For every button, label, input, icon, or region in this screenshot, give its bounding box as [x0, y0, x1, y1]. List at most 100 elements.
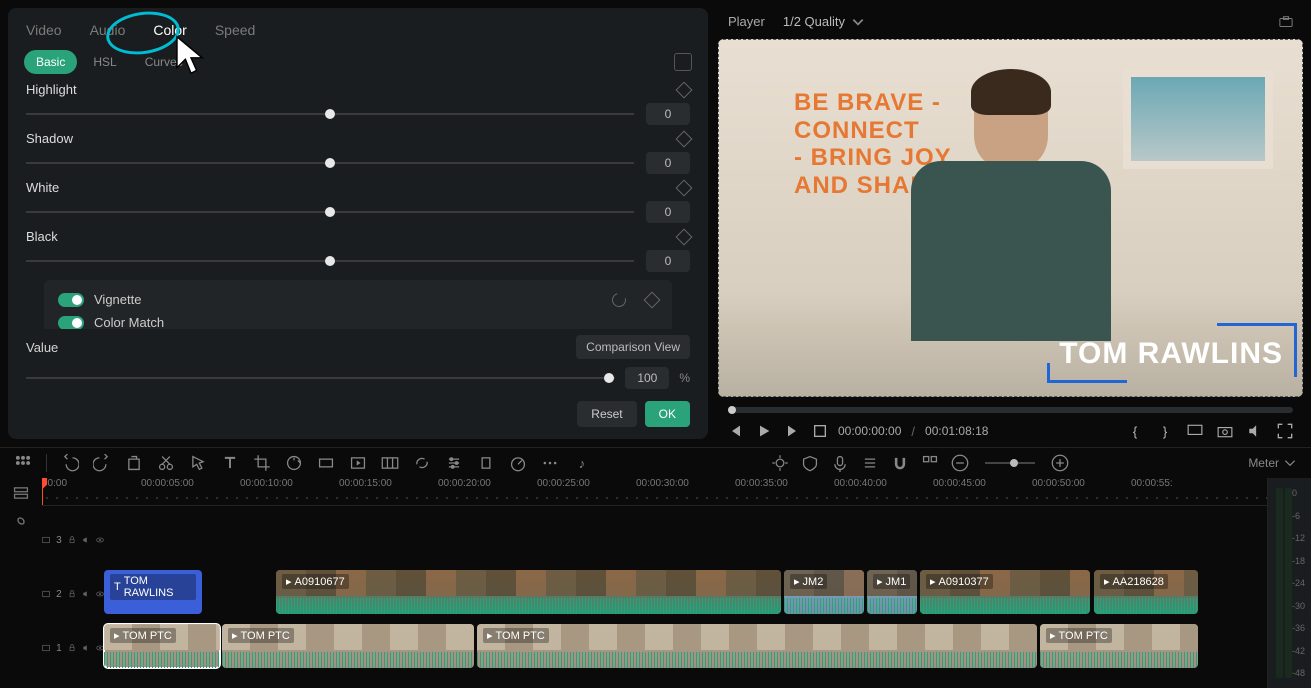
ruler[interactable]: 00:0000:00:05:0000:00:10:0000:00:15:0000… — [42, 478, 1267, 506]
tab-audio[interactable]: Audio — [90, 22, 126, 38]
tab-speed[interactable]: Speed — [215, 22, 255, 38]
preview-viewport[interactable]: BE BRAVE - CONNECT - BRING JOY AND SHARE… — [718, 39, 1303, 397]
meter-dropdown[interactable]: Meter — [1248, 456, 1297, 470]
clip[interactable]: ▸TOM PTC — [104, 624, 220, 668]
tab-video[interactable]: Video — [26, 22, 62, 38]
reset-button[interactable]: Reset — [577, 401, 636, 427]
mute-icon[interactable] — [82, 588, 90, 600]
delete-icon[interactable] — [125, 454, 143, 472]
clip[interactable]: ▸AA218628 — [1094, 570, 1198, 614]
redo-icon[interactable] — [93, 454, 111, 472]
subtab-curves[interactable]: Curves — [133, 50, 195, 74]
render-icon[interactable] — [317, 454, 335, 472]
magnet-icon[interactable] — [891, 454, 909, 472]
cut-icon[interactable] — [157, 454, 175, 472]
subtab-hsl[interactable]: HSL — [81, 50, 128, 74]
clip[interactable]: ▸TOM PTC — [477, 624, 1037, 668]
rotate-icon[interactable] — [285, 454, 303, 472]
zoom-slider[interactable] — [985, 462, 1035, 464]
keyframe-icon[interactable] — [676, 82, 693, 98]
link-icon[interactable] — [413, 454, 431, 472]
video-track-icon[interactable] — [42, 534, 50, 546]
tl-link-icon[interactable] — [12, 512, 30, 530]
eye-icon[interactable] — [96, 534, 104, 546]
white-track[interactable] — [26, 204, 634, 220]
highlight-track[interactable] — [26, 106, 634, 122]
colormatch-toggle[interactable] — [58, 316, 84, 330]
keyframe-icon[interactable] — [676, 130, 693, 147]
eye-icon[interactable] — [96, 588, 104, 600]
subtab-basic[interactable]: Basic — [24, 50, 77, 74]
lock-icon[interactable] — [68, 642, 76, 654]
display-icon[interactable] — [1187, 423, 1203, 439]
select-icon[interactable] — [189, 454, 207, 472]
value-number[interactable]: 100 — [625, 367, 669, 389]
vignette-toggle[interactable] — [58, 293, 84, 307]
black-track[interactable] — [26, 253, 634, 269]
mute-icon[interactable] — [82, 642, 90, 654]
scrub-bar[interactable] — [728, 407, 1293, 413]
snapshot-icon[interactable] — [1279, 15, 1293, 29]
mic-icon[interactable] — [831, 454, 849, 472]
shadow-value[interactable]: 0 — [646, 152, 690, 174]
playhead[interactable] — [42, 478, 43, 505]
audio-icon[interactable]: ♪ — [573, 454, 591, 472]
camera-icon[interactable] — [1217, 423, 1233, 439]
eye-icon[interactable] — [96, 642, 104, 654]
keyframe-icon[interactable] — [676, 228, 693, 245]
clip[interactable]: ▸TOM PTC — [222, 624, 474, 668]
lock-icon[interactable] — [68, 534, 76, 546]
prev-frame-icon[interactable] — [728, 423, 744, 439]
shadow-track[interactable] — [26, 155, 634, 171]
sun-icon[interactable] — [771, 454, 789, 472]
ruler-tick: 00:00:50:00 — [1032, 478, 1085, 489]
expand-panel-icon[interactable] — [674, 53, 692, 71]
clip[interactable]: ▸A0910677 — [276, 570, 781, 614]
white-value[interactable]: 0 — [646, 201, 690, 223]
comparison-view-button[interactable]: Comparison View — [576, 335, 690, 359]
play-icon[interactable] — [756, 423, 772, 439]
highlight-value[interactable]: 0 — [646, 103, 690, 125]
fullscreen-icon[interactable] — [1277, 423, 1293, 439]
next-frame-icon[interactable] — [784, 423, 800, 439]
undo-icon[interactable] — [61, 454, 79, 472]
clip[interactable]: ▸JM2 — [784, 570, 864, 614]
reset-icon[interactable] — [609, 290, 628, 309]
brace-right-icon[interactable]: } — [1157, 423, 1173, 439]
clip[interactable]: ▸A0910377 — [920, 570, 1090, 614]
clip[interactable]: ▸JM1 — [867, 570, 917, 614]
effects-icon[interactable] — [349, 454, 367, 472]
zoom-out-icon[interactable] — [951, 454, 969, 472]
speed-icon[interactable] — [509, 454, 527, 472]
brace-left-icon[interactable]: { — [1127, 423, 1143, 439]
ok-button[interactable]: OK — [645, 401, 690, 427]
zoom-in-icon[interactable] — [1051, 454, 1069, 472]
black-value[interactable]: 0 — [646, 250, 690, 272]
value-track[interactable] — [26, 370, 615, 386]
grid2-icon[interactable] — [921, 454, 939, 472]
keyframe-icon[interactable] — [644, 291, 661, 308]
video-track-icon[interactable] — [42, 588, 50, 600]
more-icon[interactable] — [541, 454, 559, 472]
tl-collapse-icon[interactable] — [12, 484, 30, 502]
keyframe-icon[interactable] — [676, 179, 693, 196]
stop-icon[interactable] — [812, 423, 828, 439]
video-track-icon[interactable] — [42, 642, 50, 654]
text-icon[interactable] — [221, 454, 239, 472]
clip-type-icon: ▸ — [1104, 575, 1110, 588]
adjust-icon[interactable] — [445, 454, 463, 472]
vignette-label: Vignette — [94, 292, 141, 307]
volume-icon[interactable] — [1247, 423, 1263, 439]
lock-icon[interactable] — [68, 588, 76, 600]
mute-icon[interactable] — [82, 534, 90, 546]
crop-icon[interactable] — [253, 454, 271, 472]
tab-color[interactable]: Color — [153, 22, 186, 38]
fit-icon[interactable] — [381, 454, 399, 472]
marker-icon[interactable] — [477, 454, 495, 472]
shield-icon[interactable] — [801, 454, 819, 472]
clip[interactable]: TTOM RAWLINS — [104, 570, 202, 614]
list-icon[interactable] — [861, 454, 879, 472]
clip[interactable]: ▸TOM PTC — [1040, 624, 1198, 668]
quality-dropdown[interactable]: 1/2 Quality — [783, 14, 865, 29]
grid-icon[interactable] — [14, 454, 32, 472]
